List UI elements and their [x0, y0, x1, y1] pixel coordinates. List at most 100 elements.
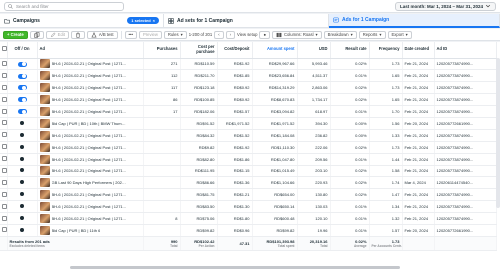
header-result-rate[interactable]: Result rate	[330, 42, 370, 59]
row-select-cell[interactable]	[0, 141, 8, 154]
breakdown-button[interactable]: Breakdown ▾	[323, 30, 357, 39]
row-select-cell[interactable]	[0, 129, 8, 142]
ad-name[interactable]: BH-6 | 2024-02-21 | Original Post | 1271…	[52, 192, 128, 197]
ad-name[interactable]: BH-6 | 2024-02-21 | Original Post | 1271…	[52, 157, 128, 162]
row-toggle-cell[interactable]	[7, 93, 38, 107]
header-select-all[interactable]	[0, 42, 8, 59]
row-toggle-cell[interactable]	[7, 200, 38, 214]
delivery-toggle[interactable]	[17, 73, 27, 79]
next-page-button[interactable]: ›	[225, 30, 236, 39]
delivery-toggle[interactable]	[20, 180, 24, 185]
more-button[interactable]: •••	[124, 30, 137, 39]
delivery-toggle[interactable]	[20, 156, 24, 161]
vertical-scrollbar[interactable]	[496, 58, 500, 208]
search-input[interactable]: Search and filter	[4, 1, 124, 11]
ad-name-cell[interactable]: BH-6 | 2024-02-21 | Original Post | 1271…	[37, 165, 144, 178]
row-select-cell[interactable]	[0, 93, 8, 107]
row-checkbox[interactable]	[2, 179, 6, 185]
header-amount-spent[interactable]: Amount spent	[252, 42, 298, 59]
ad-name-cell[interactable]: BH-6 | 2024-02-21 | Original Post | 1271…	[37, 188, 144, 202]
header-off-on[interactable]: Off / On	[7, 42, 38, 59]
ad-name[interactable]: BH-6 | 2024-02-21 | Original Post | 1271…	[52, 97, 128, 102]
table-row[interactable]: Bid Cap | PUR | BD | 10th | BMW Thumbnai…	[0, 117, 497, 130]
tab-campaigns[interactable]: Campaigns 1 selected ×	[0, 14, 164, 28]
row-select-cell[interactable]	[0, 176, 8, 190]
row-checkbox[interactable]	[2, 96, 6, 102]
reports-button[interactable]: Reports ▾	[358, 30, 386, 39]
ad-name[interactable]: BH-6 | 2024-02-21 | Original Post | 1271…	[52, 145, 128, 150]
table-row[interactable]: BH-6 | 2024-02-21 | Original Post | 1271…	[0, 153, 497, 166]
delivery-toggle[interactable]	[20, 144, 24, 149]
row-checkbox[interactable]	[2, 72, 6, 78]
header-purchases[interactable]: Purchases	[143, 42, 181, 59]
row-select-cell[interactable]	[0, 212, 8, 225]
row-toggle-cell[interactable]	[7, 176, 38, 190]
row-checkbox[interactable]	[2, 132, 6, 138]
row-select-cell[interactable]	[0, 200, 8, 214]
ad-name[interactable]: GB Last 90 Days High Performers | 2024-0…	[52, 180, 128, 185]
date-range-picker[interactable]: Last month: Mar 1, 2024 – Mar 31, 2024	[394, 1, 496, 11]
header-ad[interactable]: Ad	[37, 42, 144, 59]
ad-name[interactable]: BH-6 | 2024-02-21 | Original Post | 1271…	[52, 168, 128, 173]
header-ad-id[interactable]: Ad ID	[434, 42, 497, 59]
table-row[interactable]: Bid Cap | PUR | BD | 11th 6 RD$99.82 RD$0.…	[0, 224, 497, 237]
row-checkbox[interactable]	[2, 227, 6, 233]
row-checkbox[interactable]	[2, 60, 6, 66]
delete-button[interactable]	[70, 30, 85, 39]
delivery-toggle[interactable]	[17, 97, 27, 103]
row-select-cell[interactable]	[0, 165, 8, 178]
table-row[interactable]: BH-6 | 2024-02-21 | Original Post | 1271…	[0, 81, 497, 95]
row-checkbox[interactable]	[2, 144, 6, 150]
ab-test-button[interactable]: A/B test	[86, 30, 118, 39]
ad-name[interactable]: Bid Cap | PUR | BD | 11th 6	[52, 228, 101, 233]
prev-page-button[interactable]: ‹	[214, 30, 224, 39]
row-select-cell[interactable]	[0, 188, 8, 202]
ad-name-cell[interactable]: BH-6 | 2024-02-21 | Original Post | 1271…	[37, 58, 144, 71]
row-toggle-cell[interactable]	[7, 58, 38, 71]
ad-name-cell[interactable]: BH-6 | 2024-02-21 | Original Post | 1271…	[37, 81, 144, 95]
row-toggle-cell[interactable]	[7, 129, 38, 142]
row-select-cell[interactable]	[0, 224, 8, 237]
delivery-toggle[interactable]	[20, 132, 24, 137]
create-button[interactable]: + Create	[3, 30, 28, 39]
view-toggle[interactable]: ●	[259, 30, 270, 39]
row-toggle-cell[interactable]	[7, 153, 38, 166]
header-cost-per-purchase[interactable]: Cost per purchase	[180, 42, 218, 59]
row-toggle-cell[interactable]	[7, 81, 38, 95]
row-toggle-cell[interactable]	[7, 224, 38, 237]
row-checkbox[interactable]	[2, 167, 6, 173]
ad-name-cell[interactable]: Bid Cap | PUR | BD | 11th 6	[37, 224, 144, 237]
delivery-toggle[interactable]	[17, 61, 27, 67]
view-setup-label[interactable]: View setup	[237, 32, 257, 37]
row-toggle-cell[interactable]	[7, 141, 38, 154]
row-toggle-cell[interactable]	[7, 69, 38, 83]
ad-name-cell[interactable]: BH-6 | 2024-02-21 | Original Post | 1271…	[37, 93, 144, 107]
delivery-toggle[interactable]	[20, 227, 24, 232]
table-row[interactable]: BH-6 | 2024-02-21 | Original Post | 1271…	[0, 141, 497, 154]
table-row[interactable]: BH-6 | 2024-02-21 | Original Post | 1271…	[0, 58, 497, 71]
row-select-cell[interactable]	[0, 117, 8, 130]
ad-name[interactable]: BH-6 | 2024-02-21 | Original Post | 1271…	[52, 61, 128, 66]
table-row[interactable]: BH-6 | 2024-02-21 | Original Post | 1271…	[0, 129, 497, 142]
ad-name[interactable]: BH-6 | 2024-02-21 | Original Post | 1271…	[52, 85, 128, 90]
table-row[interactable]: GB Last 90 Days High Performers | 2024-0…	[0, 176, 497, 190]
table-row[interactable]: BH-6 | 2024-02-21 | Original Post | 1271…	[0, 93, 497, 107]
delivery-toggle[interactable]	[20, 120, 24, 125]
select-all-checkbox[interactable]	[2, 46, 7, 52]
ad-name-cell[interactable]: BH-6 | 2024-02-21 | Original Post | 1271…	[37, 200, 144, 214]
ad-name-cell[interactable]: Bid Cap | PUR | BD | 10th | BMW Thumbnai…	[37, 117, 144, 130]
ad-name-cell[interactable]: GB Last 90 Days High Performers | 2024-0…	[37, 176, 144, 190]
ad-name-cell[interactable]: BH-6 | 2024-02-21 | Original Post | 1271…	[37, 69, 144, 83]
ad-name[interactable]: BH-6 | 2024-02-21 | Original Post | 1271…	[52, 73, 128, 78]
edit-button[interactable]: Edit	[45, 30, 69, 39]
delivery-toggle[interactable]	[20, 168, 24, 173]
ad-name[interactable]: BH-6 | 2024-02-21 | Original Post | 1271…	[52, 204, 128, 209]
delivery-toggle[interactable]	[20, 192, 24, 197]
ad-name[interactable]: Bid Cap | PUR | BD | 10th | BMW Thumbnai…	[52, 121, 128, 126]
row-select-cell[interactable]	[0, 69, 8, 83]
row-toggle-cell[interactable]	[7, 105, 38, 118]
export-button[interactable]: Export ▾	[387, 30, 412, 39]
ad-name-cell[interactable]: BH-6 | 2024-02-21 | Original Post | 1271…	[37, 129, 144, 142]
header-date-created[interactable]: Date created	[402, 42, 435, 59]
delivery-toggle[interactable]	[17, 109, 27, 115]
